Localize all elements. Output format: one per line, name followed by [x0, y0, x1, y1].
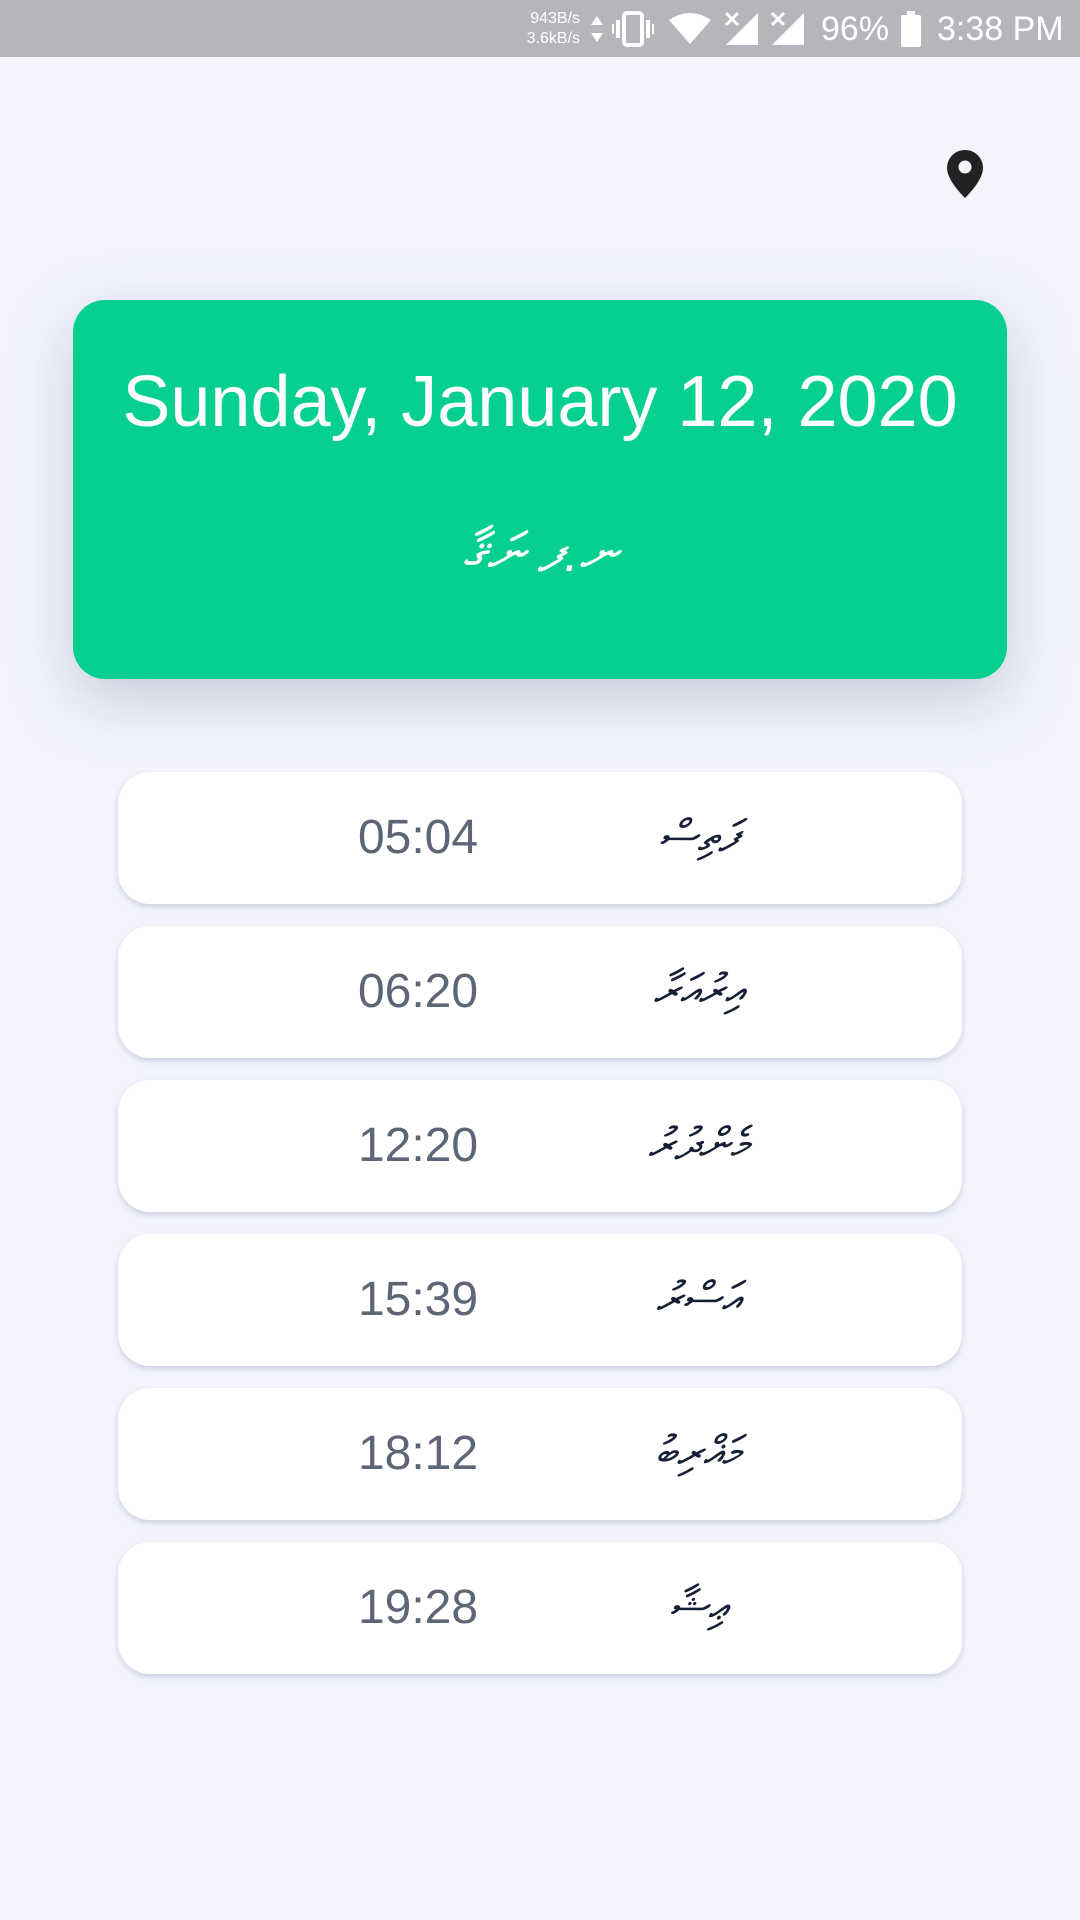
prayer-time: 18:12	[357, 1427, 479, 1480]
status-clock: 3:38 PM	[937, 10, 1064, 48]
location-pin-icon	[947, 150, 983, 198]
prayer-name: އިރުއަރާ	[653, 966, 743, 1015]
network-speed: 943B/s 3.6kB/s	[520, 9, 580, 49]
net-speed-up: 3.6kB/s	[526, 30, 580, 47]
gregorian-date: Sunday, January 12, 2020	[122, 362, 958, 442]
signal-no-sim-icon	[724, 11, 760, 47]
date-card: Sunday, January 12, 2020 ނ.ފ ނަޤާ	[73, 300, 1007, 679]
signal-no-sim-icon	[770, 11, 806, 47]
location-button[interactable]	[940, 145, 990, 203]
vibrate-icon	[612, 11, 654, 47]
data-arrows-icon	[590, 11, 604, 47]
battery-icon	[900, 11, 922, 47]
prayer-row-fajr[interactable]: 05:04 ފަތިސް	[118, 772, 962, 904]
prayer-name: މަޣްރިބު	[655, 1428, 741, 1477]
prayer-row-dhuhr[interactable]: 12:20 މެންދުރު	[118, 1080, 962, 1212]
prayer-time: 15:39	[357, 1273, 479, 1326]
prayer-row-maghrib[interactable]: 18:12 މަޣްރިބު	[118, 1388, 962, 1520]
prayer-time: 06:20	[357, 965, 479, 1018]
prayer-times-list: 05:04 ފަތިސް 06:20 އިރުއަރާ 12:20 މެންދު…	[118, 772, 962, 1696]
prayer-row-sunrise[interactable]: 06:20 އިރުއަރާ	[118, 926, 962, 1058]
wifi-icon	[668, 11, 712, 47]
prayer-name: މެންދުރު	[648, 1120, 748, 1169]
prayer-row-asr[interactable]: 15:39 އަސްރު	[118, 1234, 962, 1366]
prayer-row-isha[interactable]: 19:28 ޢިޝާ	[118, 1542, 962, 1674]
status-bar: 943B/s 3.6kB/s 96% 3:38 PM	[0, 0, 1080, 57]
prayer-name: އަސްރު	[655, 1274, 741, 1323]
prayer-time: 05:04	[357, 811, 479, 864]
battery-percent: 96%	[821, 10, 890, 48]
local-date-text: ނ.ފ ނަޤާ	[462, 523, 618, 583]
prayer-name: ޢިޝާ	[669, 1582, 727, 1631]
prayer-time: 19:28	[357, 1581, 479, 1634]
prayer-name: ފަތިސް	[658, 812, 738, 861]
net-speed-down: 943B/s	[530, 10, 580, 27]
prayer-time: 12:20	[357, 1119, 479, 1172]
